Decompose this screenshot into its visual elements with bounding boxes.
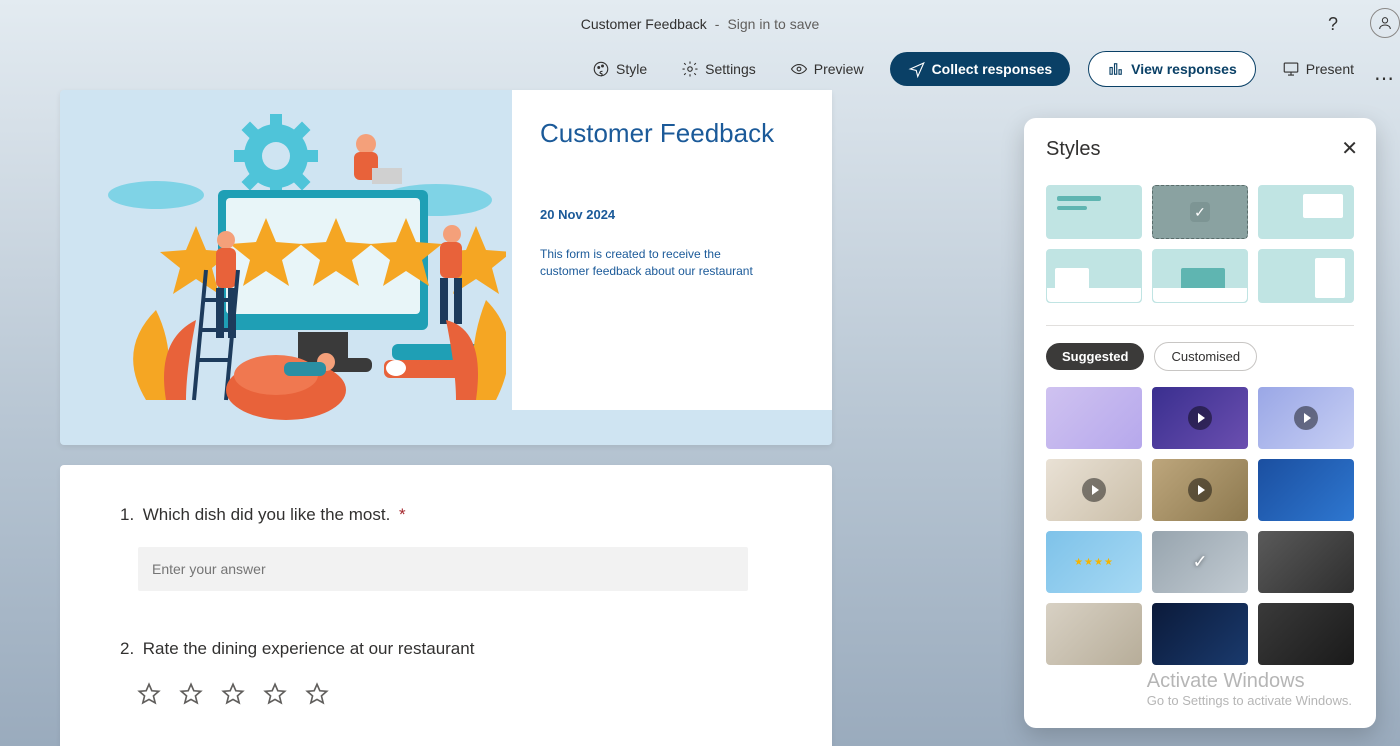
star-3[interactable]	[220, 681, 246, 707]
theme-10[interactable]	[1046, 603, 1142, 665]
theme-9[interactable]	[1258, 531, 1354, 593]
send-icon	[908, 60, 926, 78]
theme-1[interactable]	[1046, 387, 1142, 449]
question-number: 1.	[120, 505, 138, 525]
settings-button[interactable]: Settings	[673, 54, 764, 84]
style-button[interactable]: Style	[584, 54, 655, 84]
title-separator: -	[715, 16, 720, 32]
form-title: Customer Feedback	[540, 118, 804, 149]
layout-option-3[interactable]	[1258, 185, 1354, 239]
star-4[interactable]	[262, 681, 288, 707]
gear-icon	[681, 60, 699, 78]
question-2[interactable]: 2. Rate the dining experience at our res…	[120, 639, 772, 707]
play-icon	[1294, 406, 1318, 430]
help-icon[interactable]: ?	[1328, 14, 1338, 35]
theme-12[interactable]	[1258, 603, 1354, 665]
theme-tabs: Suggested Customised	[1046, 342, 1354, 371]
panel-divider	[1046, 325, 1354, 326]
answer-input-1[interactable]	[138, 547, 748, 591]
theme-grid: ★★★★ ✓	[1046, 387, 1354, 665]
chart-icon	[1107, 60, 1125, 78]
tab-suggested[interactable]: Suggested	[1046, 343, 1144, 370]
star-5[interactable]	[304, 681, 330, 707]
form-header-card[interactable]: Customer Feedback 20 Nov 2024 This form …	[60, 90, 832, 445]
form-title-header: Customer Feedback	[581, 16, 707, 32]
question-number: 2.	[120, 639, 138, 659]
stars-icon: ★★★★	[1074, 557, 1114, 568]
theme-5[interactable]	[1152, 459, 1248, 521]
account-avatar[interactable]	[1370, 8, 1400, 38]
star-2[interactable]	[178, 681, 204, 707]
collect-responses-button[interactable]: Collect responses	[890, 52, 1071, 86]
required-mark: *	[399, 505, 406, 524]
title-bar: Customer Feedback - Sign in to save	[0, 0, 1400, 48]
present-button[interactable]: Present	[1274, 54, 1362, 84]
hero-illustration	[76, 100, 506, 430]
form-description: This form is created to receive the cust…	[540, 246, 770, 280]
questions-card: 1. Which dish did you like the most. * 2…	[60, 465, 832, 746]
check-icon: ✓	[1190, 202, 1210, 222]
play-icon	[1082, 478, 1106, 502]
play-icon	[1188, 478, 1212, 502]
presentation-icon	[1282, 60, 1300, 78]
more-actions-button[interactable]: ⋯	[1374, 66, 1396, 91]
form-meta[interactable]: Customer Feedback 20 Nov 2024 This form …	[512, 90, 832, 410]
star-1[interactable]	[136, 681, 162, 707]
theme-8-selected[interactable]: ✓	[1152, 531, 1248, 593]
form-canvas: Customer Feedback 20 Nov 2024 This form …	[60, 90, 832, 746]
preview-button[interactable]: Preview	[782, 54, 872, 84]
layout-grid: ✓	[1046, 185, 1354, 303]
view-responses-button[interactable]: View responses	[1088, 51, 1256, 87]
question-1[interactable]: 1. Which dish did you like the most. *	[120, 505, 772, 591]
palette-icon	[592, 60, 610, 78]
layout-option-1[interactable]	[1046, 185, 1142, 239]
theme-11[interactable]	[1152, 603, 1248, 665]
rating-stars	[136, 681, 772, 707]
close-icon[interactable]: ✕	[1341, 136, 1358, 161]
question-text: Which dish did you like the most.	[143, 505, 391, 524]
question-text: Rate the dining experience at our restau…	[143, 639, 475, 658]
layout-option-6[interactable]	[1258, 249, 1354, 303]
layout-option-2-selected[interactable]: ✓	[1152, 185, 1248, 239]
eye-icon	[790, 60, 808, 78]
theme-7[interactable]: ★★★★	[1046, 531, 1142, 593]
check-icon: ✓	[1192, 552, 1207, 573]
panel-title: Styles	[1046, 138, 1354, 161]
layout-option-5[interactable]	[1152, 249, 1248, 303]
form-date: 20 Nov 2024	[540, 207, 804, 222]
theme-6[interactable]	[1258, 459, 1354, 521]
tab-customised[interactable]: Customised	[1154, 342, 1257, 371]
sign-in-link[interactable]: Sign in to save	[727, 16, 819, 32]
action-bar: Style Settings Preview Collect responses…	[0, 48, 1400, 90]
play-icon	[1188, 406, 1212, 430]
layout-option-4[interactable]	[1046, 249, 1142, 303]
theme-3[interactable]	[1258, 387, 1354, 449]
theme-2[interactable]	[1152, 387, 1248, 449]
theme-4[interactable]	[1046, 459, 1142, 521]
styles-panel: Styles ✕ ✓ Suggested Customised ★	[1024, 118, 1376, 728]
